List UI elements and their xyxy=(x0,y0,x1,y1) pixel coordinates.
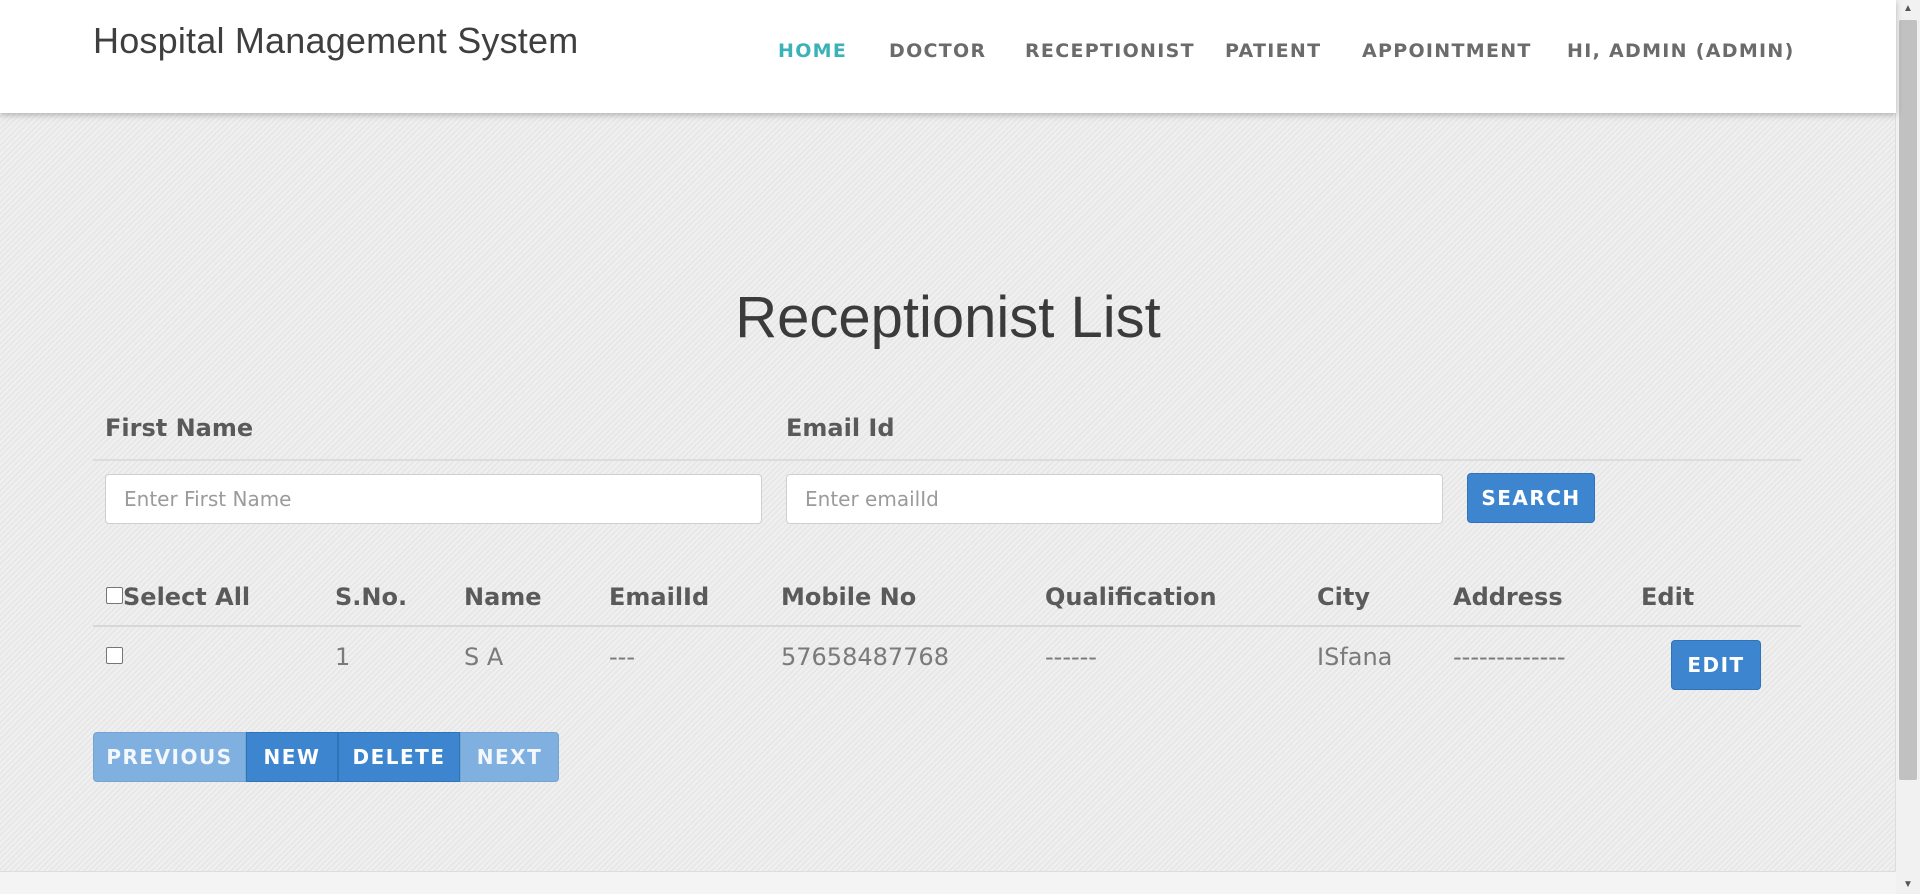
column-header-sno: S.No. xyxy=(335,583,408,611)
cell-name: S A xyxy=(464,643,504,671)
column-header-name: Name xyxy=(464,583,542,611)
delete-button[interactable]: DELETE xyxy=(338,732,460,782)
scrollbar-thumb[interactable] xyxy=(1899,20,1917,780)
select-all-checkbox[interactable] xyxy=(106,587,123,604)
cell-address: ------------- xyxy=(1453,643,1566,671)
next-button[interactable]: NEXT xyxy=(460,732,559,782)
table-header-divider xyxy=(93,625,1801,627)
vertical-scrollbar[interactable]: ▲ ▼ xyxy=(1895,0,1920,894)
row-checkbox[interactable] xyxy=(106,647,123,664)
cell-city: ISfana xyxy=(1317,643,1393,671)
column-header-mobile: Mobile No xyxy=(781,583,917,611)
top-navbar: Hospital Management System HOME DOCTOR R… xyxy=(0,0,1896,113)
column-header-email: EmailId xyxy=(609,583,710,611)
column-header-city: City xyxy=(1317,583,1370,611)
nav-item-home[interactable]: HOME xyxy=(778,40,847,62)
main-nav: HOME DOCTOR RECEPTIONIST PATIENT APPOINT… xyxy=(0,40,1896,70)
page-title: Receptionist List xyxy=(735,285,1161,350)
nav-item-patient[interactable]: PATIENT xyxy=(1225,40,1321,62)
email-id-input[interactable] xyxy=(786,474,1443,524)
cell-email: --- xyxy=(609,643,635,671)
cell-sno: 1 xyxy=(335,643,351,671)
edit-button[interactable]: EDIT xyxy=(1671,640,1761,690)
horizontal-scrollbar[interactable] xyxy=(0,871,1896,894)
column-header-edit: Edit xyxy=(1641,583,1695,611)
scroll-up-icon[interactable]: ▲ xyxy=(1896,0,1920,18)
select-all-label: Select All xyxy=(123,583,251,611)
nav-item-receptionist[interactable]: RECEPTIONIST xyxy=(1025,40,1195,62)
email-id-label: Email Id xyxy=(786,414,895,442)
nav-item-appointment[interactable]: APPOINTMENT xyxy=(1362,40,1532,62)
cell-qualification: ------ xyxy=(1045,643,1097,671)
nav-item-user-menu[interactable]: HI, ADMIN (ADMIN) xyxy=(1567,40,1795,62)
first-name-label: First Name xyxy=(105,414,254,442)
nav-item-doctor[interactable]: DOCTOR xyxy=(889,40,986,62)
scroll-down-icon[interactable]: ▼ xyxy=(1896,876,1920,894)
new-button[interactable]: NEW xyxy=(246,732,338,782)
column-header-address: Address xyxy=(1453,583,1563,611)
previous-button[interactable]: PREVIOUS xyxy=(93,732,246,782)
first-name-input[interactable] xyxy=(105,474,762,524)
cell-mobile: 57658487768 xyxy=(781,643,949,671)
search-button[interactable]: SEARCH xyxy=(1467,473,1595,523)
column-header-qualification: Qualification xyxy=(1045,583,1217,611)
filter-divider xyxy=(93,459,1801,461)
